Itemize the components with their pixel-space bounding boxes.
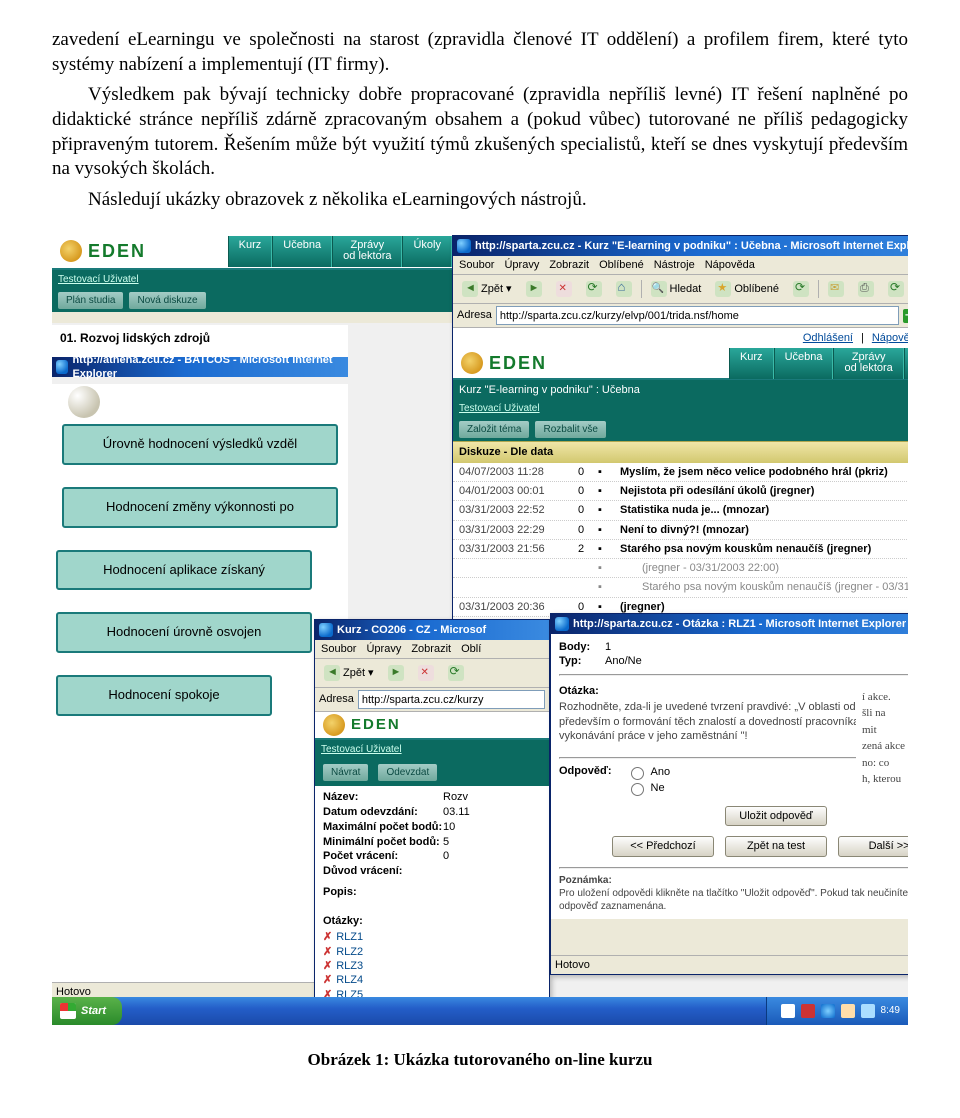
back-icon[interactable] — [462, 281, 478, 297]
btn-odevzdat[interactable]: Odevzdat — [378, 764, 437, 781]
diagram-box-3: Hodnocení aplikace získaný — [56, 550, 312, 591]
question-link[interactable]: ✗RLZ1 — [323, 930, 541, 944]
btn-back-to-test[interactable]: Zpět na test — [725, 836, 827, 856]
window-title: Kurz - CO206 - CZ - Microsof — [337, 623, 486, 637]
ie-icon — [555, 617, 569, 631]
list-item: 04/01/2003 00:010▪Nejistota při odesílán… — [453, 482, 908, 501]
question-link[interactable]: ✗RLZ2 — [323, 945, 541, 959]
btn-save-answer[interactable]: Uložit odpověď — [725, 806, 827, 826]
paragraph-1: zavedení eLearningu ve společnosti na st… — [52, 28, 908, 77]
list-item: 04/07/2003 11:280▪Myslím, že jsem něco v… — [453, 463, 908, 482]
eden-logo-icon — [323, 714, 345, 736]
stop-icon[interactable] — [418, 665, 434, 681]
side-text: í akce. šli na mit zená akce no: co h, k… — [856, 685, 908, 792]
menubar[interactable]: Soubor Úpravy Zobrazit Oblí — [315, 640, 549, 659]
tab-nova-diskuze[interactable]: Nová diskuze — [129, 292, 205, 309]
figure-caption: Obrázek 1: Ukázka tutorovaného on-line k… — [52, 1049, 908, 1071]
forward-icon[interactable] — [526, 281, 542, 297]
list-item-reply: ▪(jregner - 03/31/2003 22:00) — [453, 559, 908, 578]
window-title: http://sparta.zcu.cz - Otázka : RLZ1 - M… — [573, 617, 906, 631]
tray-icon[interactable] — [821, 1004, 835, 1018]
tab-plan-studia[interactable]: Plán studia — [58, 292, 123, 309]
tray-icon[interactable] — [841, 1004, 855, 1018]
nav-ucebna[interactable]: Učebna — [272, 236, 332, 267]
link-napoveda[interactable]: Nápověda — [872, 331, 908, 345]
eden-logo-icon — [461, 352, 483, 374]
btn-prev[interactable]: << Předchozí — [612, 836, 714, 856]
nav-ukoly[interactable]: Úkoly — [402, 236, 452, 267]
radio-ano[interactable] — [631, 767, 644, 780]
question-link[interactable]: ✗RLZ3 — [323, 959, 541, 973]
address-input[interactable] — [496, 306, 899, 325]
tab-rozbalit-vse[interactable]: Rozbalit vše — [535, 421, 605, 438]
list-item: 03/31/2003 21:562▪Starého psa novým kous… — [453, 540, 908, 559]
system-tray[interactable]: 8:49 — [766, 997, 908, 1025]
figure-1: EDEN Kurz Učebna Zprávy od lektora Úkoly… — [52, 235, 908, 1025]
window-title: http://athena.zcu.cz - BATCOS - Microsof… — [72, 353, 346, 382]
clock: 8:49 — [881, 1004, 900, 1017]
print-icon[interactable] — [858, 281, 874, 297]
question-window: http://sparta.zcu.cz - Otázka : RLZ1 - M… — [550, 613, 908, 975]
go-button[interactable]: Přejít — [903, 308, 908, 322]
discussion-title: Diskuze - Dle data — [453, 441, 908, 462]
forward-icon[interactable] — [388, 665, 404, 681]
ie-icon — [319, 623, 333, 637]
tray-icon[interactable] — [861, 1004, 875, 1018]
link-odhlaseni[interactable]: Odhlášení — [803, 331, 853, 345]
answer-label: Odpověď: — [559, 764, 612, 796]
media-icon[interactable] — [793, 281, 809, 297]
user-link[interactable]: Testovací Uživatel — [321, 743, 402, 756]
stop-icon[interactable] — [556, 281, 572, 297]
eden-window-left: EDEN Kurz Učebna Zprávy od lektora Úkoly… — [52, 235, 452, 323]
refresh-icon[interactable] — [448, 665, 464, 681]
diagram-box-2: Hodnocení změny výkonnosti po — [62, 487, 338, 528]
question-link[interactable]: ✗RLZ4 — [323, 973, 541, 987]
home-icon[interactable] — [616, 281, 632, 297]
tray-icon[interactable] — [801, 1004, 815, 1018]
address-label: Adresa — [457, 308, 492, 322]
paragraph-3: Následují ukázky obrazovek z několika eL… — [52, 188, 908, 213]
ie-icon — [457, 239, 471, 253]
questions-label: Otázky: — [323, 914, 541, 928]
sub-label: Kurz "E-learning v podniku" : Učebna — [459, 383, 640, 397]
search-icon[interactable] — [651, 281, 667, 297]
address-input[interactable] — [358, 690, 545, 709]
eden-discussion-window: http://sparta.zcu.cz - Kurz "E-learning … — [452, 235, 908, 637]
diagram-box-5: Hodnocení spokoje — [56, 675, 272, 716]
pointer-icon — [68, 386, 100, 418]
tray-icon[interactable] — [781, 1004, 795, 1018]
mail-icon[interactable] — [828, 281, 844, 297]
status-text: Hotovo — [555, 958, 590, 972]
toolbar[interactable]: Zpět ▾ Hledat Oblíbené — [453, 275, 908, 304]
btn-next[interactable]: Další >> — [838, 836, 908, 856]
list-item-reply: ▪Starého psa novým kouskům nenaučíš (jre… — [453, 578, 908, 597]
user-link[interactable]: Testovací Uživatel — [58, 273, 139, 286]
eden-logo-icon — [60, 240, 82, 262]
tab-zalozit-tema[interactable]: Založit téma — [459, 421, 529, 438]
radio-ne[interactable] — [631, 783, 644, 796]
diagram-box-4: Hodnocení úrovně osvojen — [56, 612, 312, 653]
back-icon[interactable] — [324, 665, 340, 681]
btn-navrat[interactable]: Návrat — [323, 764, 368, 781]
list-item: 03/31/2003 22:290▪Není to divný?! (mnoza… — [453, 521, 908, 540]
ie-icon — [56, 360, 68, 374]
window-title: http://sparta.zcu.cz - Kurz "E-learning … — [475, 239, 908, 253]
paragraph-2: Výsledkem pak bývají technicky dobře pro… — [52, 83, 908, 182]
nav-kurz[interactable]: Kurz — [228, 236, 273, 267]
diagram-box-1: Úrovně hodnocení výsledků vzděl — [62, 424, 338, 465]
windows-taskbar[interactable]: Start 8:49 — [52, 997, 908, 1025]
nav-zpravy[interactable]: Zprávy od lektora — [332, 236, 402, 267]
menubar[interactable]: Soubor Úpravy Zobrazit Oblíbené Nástroje… — [453, 256, 908, 275]
windows-flag-icon — [60, 1003, 76, 1019]
list-item: 03/31/2003 22:520▪Statistika nuda je... … — [453, 501, 908, 520]
course-submission-window: Kurz - CO206 - CZ - Microsof Soubor Úpra… — [314, 619, 550, 1005]
eden-brand: EDEN — [88, 240, 146, 263]
batcos-window: 01. Rozvoj lidských zdrojů http://athena… — [52, 325, 348, 1001]
start-button[interactable]: Start — [52, 997, 122, 1025]
favorites-icon[interactable] — [715, 281, 731, 297]
edit-icon[interactable] — [888, 281, 904, 297]
refresh-icon[interactable] — [586, 281, 602, 297]
user-link[interactable]: Testovací Uživatel — [459, 402, 540, 415]
